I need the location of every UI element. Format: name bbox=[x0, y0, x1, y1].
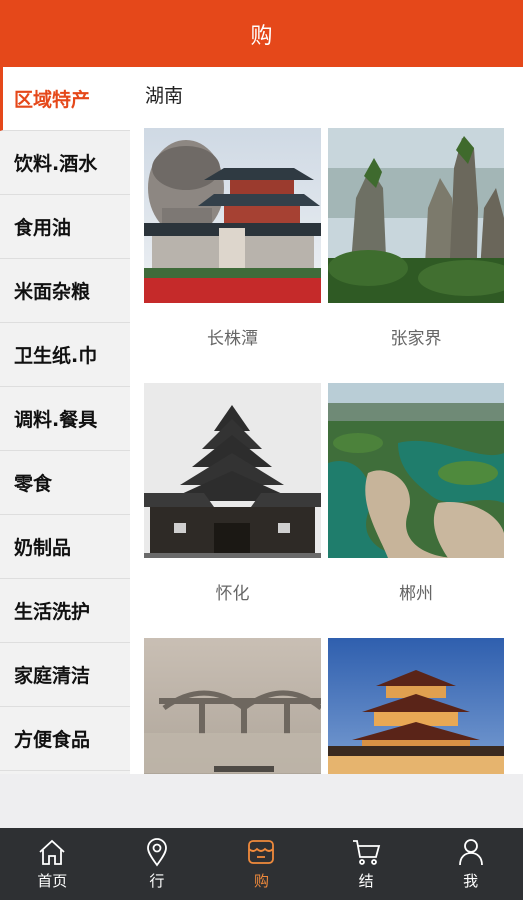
city-card[interactable]: 郴州 bbox=[328, 383, 504, 638]
page-title: 购 bbox=[250, 23, 273, 49]
shop-icon bbox=[248, 840, 275, 864]
cart-icon bbox=[353, 840, 381, 865]
tab-label: 首页 bbox=[37, 872, 68, 890]
tab-me[interactable]: 我 bbox=[418, 828, 523, 900]
city-name: 郴州 bbox=[399, 584, 433, 604]
city-card[interactable]: 怀化 bbox=[144, 383, 321, 638]
tab-home[interactable]: 首页 bbox=[0, 828, 105, 900]
tab-label: 我 bbox=[463, 872, 479, 890]
city-image bbox=[144, 383, 321, 558]
tab-label: 行 bbox=[149, 872, 165, 890]
sidebar-item-instant-food[interactable]: 方便食品 bbox=[0, 707, 130, 771]
tab-travel[interactable]: 行 bbox=[105, 828, 210, 900]
location-pin-icon bbox=[146, 838, 167, 867]
city-card[interactable]: 长株潭 bbox=[144, 128, 321, 383]
sidebar-item-drinks[interactable]: 饮料.酒水 bbox=[0, 131, 130, 195]
region-content: 湖南 长株潭 张家界 怀化 郴州 bbox=[130, 67, 523, 774]
city-card[interactable]: 张家界 bbox=[328, 128, 504, 383]
sidebar-item-grains[interactable]: 米面杂粮 bbox=[0, 259, 130, 323]
bottom-tab-bar: 首页 行 购 结 我 bbox=[0, 828, 523, 900]
user-icon bbox=[458, 839, 483, 866]
sidebar-item-personal-care[interactable]: 生活洗护 bbox=[0, 579, 130, 643]
home-icon bbox=[39, 839, 65, 865]
sidebar-item-regional[interactable]: 区域特产 bbox=[0, 67, 130, 131]
city-image bbox=[328, 383, 504, 558]
app-header: 购 bbox=[0, 0, 523, 67]
city-image bbox=[328, 128, 504, 303]
city-image bbox=[144, 128, 321, 303]
tab-label: 购 bbox=[253, 872, 269, 890]
city-name: 张家界 bbox=[390, 329, 442, 349]
city-image bbox=[328, 638, 504, 774]
sidebar-item-dairy[interactable]: 奶制品 bbox=[0, 515, 130, 579]
tab-label: 结 bbox=[358, 872, 374, 890]
sidebar-item-tissue[interactable]: 卫生纸.巾 bbox=[0, 323, 130, 387]
city-grid: 长株潭 张家界 怀化 郴州 bbox=[144, 128, 504, 774]
sidebar-item-snacks[interactable]: 零食 bbox=[0, 451, 130, 515]
city-image bbox=[144, 638, 321, 774]
city-card[interactable] bbox=[328, 638, 504, 774]
region-title: 湖南 bbox=[145, 85, 184, 107]
tab-checkout[interactable]: 结 bbox=[314, 828, 419, 900]
city-name: 怀化 bbox=[215, 584, 250, 604]
city-card[interactable] bbox=[144, 638, 321, 774]
sidebar-item-seasoning[interactable]: 调料.餐具 bbox=[0, 387, 130, 451]
city-name: 长株潭 bbox=[207, 329, 258, 349]
category-sidebar: 区域特产 饮料.酒水 食用油 米面杂粮 卫生纸.巾 调料.餐具 零食 奶制品 生… bbox=[0, 67, 130, 774]
tab-shop[interactable]: 购 bbox=[209, 828, 314, 900]
sidebar-item-cleaning[interactable]: 家庭清洁 bbox=[0, 643, 130, 707]
sidebar-item-oil[interactable]: 食用油 bbox=[0, 195, 130, 259]
